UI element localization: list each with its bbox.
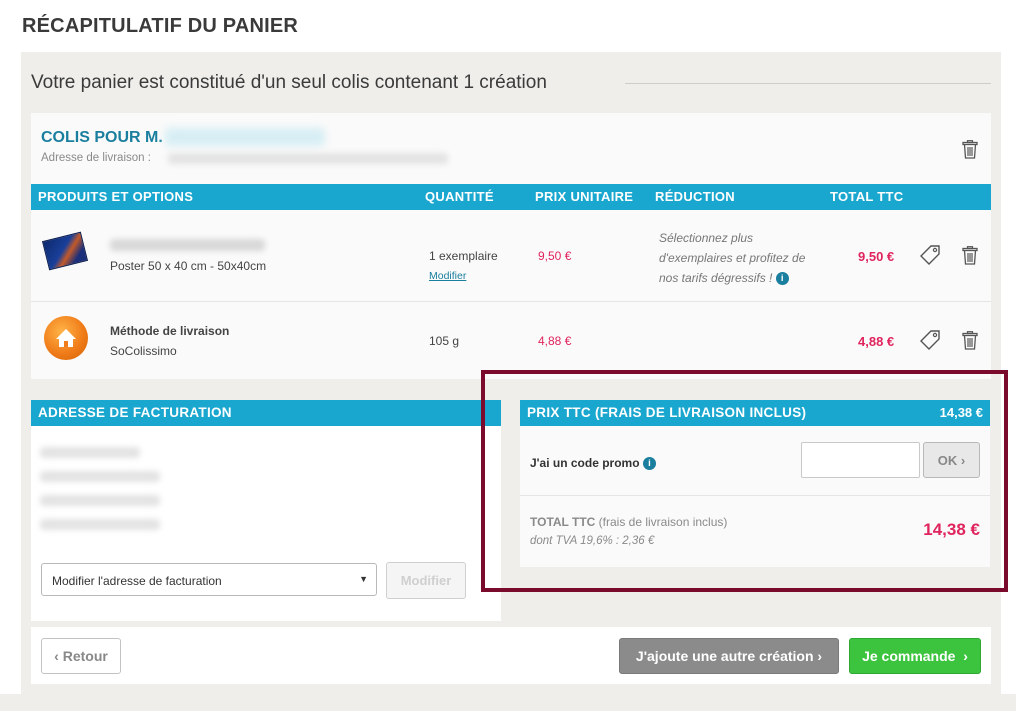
billing-line-redacted — [40, 447, 140, 458]
delivery-address-label: Adresse de livraison : — [41, 152, 151, 164]
tag-icon — [920, 245, 940, 265]
delivery-method-name: Méthode de livraison — [110, 324, 230, 338]
delete-product-button[interactable] — [961, 246, 979, 270]
promo-tag-button[interactable] — [919, 330, 941, 355]
select-arrow-icon: ▼ — [359, 574, 368, 584]
chevron-left-icon: ‹ — [54, 648, 59, 664]
add-creation-button[interactable]: J'ajoute une autre création › — [619, 638, 839, 674]
order-button[interactable]: Je commande › — [849, 638, 981, 674]
billing-line-redacted — [40, 495, 160, 506]
billing-address-title: ADRESSE DE FACTURATION — [38, 405, 232, 420]
billing-select-value: Modifier l'adresse de facturation — [52, 574, 222, 588]
product-unit-price: 9,50 € — [538, 249, 572, 263]
parcel-title: COLIS POUR M. — [41, 129, 163, 146]
cart-subtitle: Votre panier est constitué d'un seul col… — [31, 72, 547, 93]
trash-icon — [962, 140, 978, 159]
reduction-message: Sélectionnez plus d'exemplaires et profi… — [659, 228, 824, 288]
product-quantity: 1 exemplaire — [429, 249, 498, 263]
info-icon[interactable]: i — [775, 272, 789, 286]
page-bottom-strip — [0, 694, 1016, 711]
order-button-label: Je commande — [862, 648, 956, 664]
col-products: PRODUITS ET OPTIONS — [38, 189, 194, 204]
chevron-right-icon: › — [963, 648, 968, 664]
col-total: TOTAL TTC — [830, 189, 904, 204]
product-name-redacted — [110, 239, 265, 251]
page-title: RÉCAPITULATIF DU PANIER — [22, 15, 299, 37]
delivery-weight: 105 g — [429, 334, 460, 348]
billing-line-redacted — [40, 471, 160, 482]
delivery-total: 4,88 € — [858, 334, 895, 349]
recipient-name-redacted — [165, 128, 325, 146]
back-button-label: Retour — [62, 648, 108, 664]
delivery-method-description: SoColissimo — [110, 344, 177, 358]
trash-icon — [962, 331, 978, 350]
col-unit-price: PRIX UNITAIRE — [535, 189, 634, 204]
add-creation-label: J'ajoute une autre création — [635, 648, 814, 664]
tag-icon — [920, 330, 940, 350]
delete-delivery-button[interactable] — [961, 331, 979, 355]
modify-quantity-link[interactable]: Modifier — [429, 270, 466, 282]
product-description: Poster 50 x 40 cm - 50x40cm — [110, 259, 267, 273]
table-row — [31, 302, 991, 379]
footer-bar — [31, 627, 991, 684]
delivery-unit-price: 4,88 € — [538, 334, 572, 348]
billing-line-redacted — [40, 519, 160, 530]
highlight-box — [481, 370, 1008, 592]
table-row — [31, 210, 991, 301]
col-quantity: QUANTITÉ — [425, 189, 494, 204]
delete-parcel-button[interactable] — [961, 140, 979, 164]
billing-address-header: ADRESSE DE FACTURATION — [31, 400, 501, 426]
product-total: 9,50 € — [858, 249, 895, 264]
modify-billing-button[interactable]: Modifier — [386, 562, 466, 599]
delivery-address-redacted — [168, 153, 448, 164]
products-table-header: PRODUITS ET OPTIONS QUANTITÉ PRIX UNITAI… — [31, 184, 991, 210]
subtitle-divider — [625, 83, 991, 84]
chevron-right-icon: › — [817, 648, 823, 664]
back-button[interactable]: ‹ Retour — [41, 638, 121, 674]
promo-tag-button[interactable] — [919, 245, 941, 270]
billing-address-select[interactable]: Modifier l'adresse de facturation ▼ — [41, 563, 377, 596]
col-reduction: RÉDUCTION — [655, 189, 735, 204]
delivery-house-icon — [44, 316, 88, 360]
trash-icon — [962, 246, 978, 265]
